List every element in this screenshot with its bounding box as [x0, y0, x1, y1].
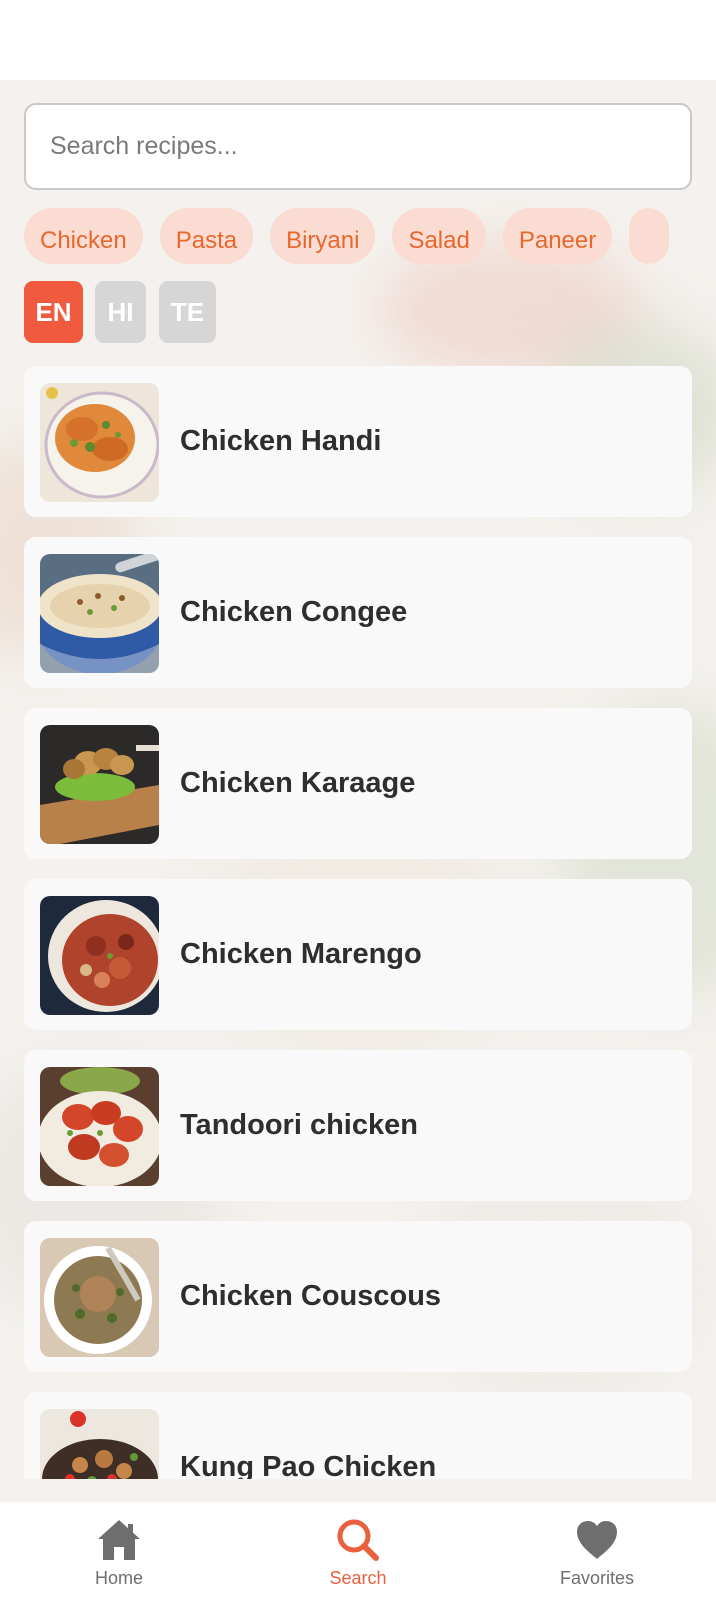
- category-chips: Chicken Pasta Biryani Salad Paneer: [24, 208, 716, 264]
- recipe-card[interactable]: Chicken Handi: [24, 366, 692, 517]
- category-chip[interactable]: Biryani: [270, 208, 376, 264]
- recipe-title: Chicken Couscous: [180, 1280, 442, 1312]
- recipe-image: [40, 725, 159, 844]
- recipe-card[interactable]: Kung Pao Chicken: [24, 1392, 692, 1479]
- category-chip[interactable]: Paneer: [502, 208, 613, 264]
- language-button-hi[interactable]: HI: [95, 281, 146, 343]
- nav-search[interactable]: Search: [278, 1502, 438, 1600]
- heart-icon: [573, 1516, 621, 1564]
- recipe-image: [40, 896, 159, 1015]
- recipe-image: [40, 1409, 159, 1479]
- recipe-title: Chicken Karaage: [180, 767, 416, 799]
- bottom-navigation: Home Search Favorites: [0, 1502, 716, 1600]
- recipe-title: Chicken Marengo: [180, 938, 422, 970]
- nav-home[interactable]: Home: [39, 1502, 199, 1600]
- recipe-card[interactable]: Chicken Karaage: [24, 708, 692, 859]
- status-bar-area: [0, 0, 716, 80]
- search-input[interactable]: [26, 105, 690, 188]
- recipe-list: Chicken Handi Chicken Congee Chicken Kar…: [0, 366, 716, 1479]
- nav-home-label: Home: [94, 1568, 143, 1588]
- recipe-card[interactable]: Tandoori chicken: [24, 1050, 692, 1201]
- recipe-image: [40, 1067, 159, 1186]
- recipe-title: Tandoori chicken: [180, 1109, 418, 1141]
- recipe-card[interactable]: Chicken Couscous: [24, 1221, 692, 1372]
- recipe-title: Kung Pao Chicken: [180, 1451, 437, 1479]
- category-chip[interactable]: Salad: [392, 208, 486, 264]
- language-button-te[interactable]: TE: [159, 281, 216, 343]
- search-field[interactable]: [24, 103, 692, 190]
- recipe-card[interactable]: Chicken Congee: [24, 537, 692, 688]
- nav-favorites-label: Favorites: [559, 1568, 635, 1588]
- category-chip[interactable]: Pasta: [159, 208, 254, 264]
- recipe-title: Chicken Handi: [180, 425, 382, 457]
- recipe-title: Chicken Congee: [180, 596, 408, 628]
- search-icon: [334, 1516, 382, 1564]
- recipe-search-screen: Chicken Pasta Biryani Salad Paneer EN HI TE: [0, 0, 716, 1600]
- recipe-image: [40, 383, 159, 502]
- language-button-en[interactable]: EN: [24, 281, 83, 343]
- nav-favorites[interactable]: Favorites: [517, 1502, 677, 1600]
- home-icon: [95, 1516, 143, 1564]
- recipe-image: [40, 1238, 159, 1357]
- recipe-card[interactable]: Chicken Marengo: [24, 879, 692, 1030]
- recipe-image: [40, 554, 159, 673]
- category-chip-partial[interactable]: [629, 208, 670, 264]
- category-chip[interactable]: Chicken: [24, 208, 143, 264]
- nav-search-label: Search: [329, 1568, 387, 1588]
